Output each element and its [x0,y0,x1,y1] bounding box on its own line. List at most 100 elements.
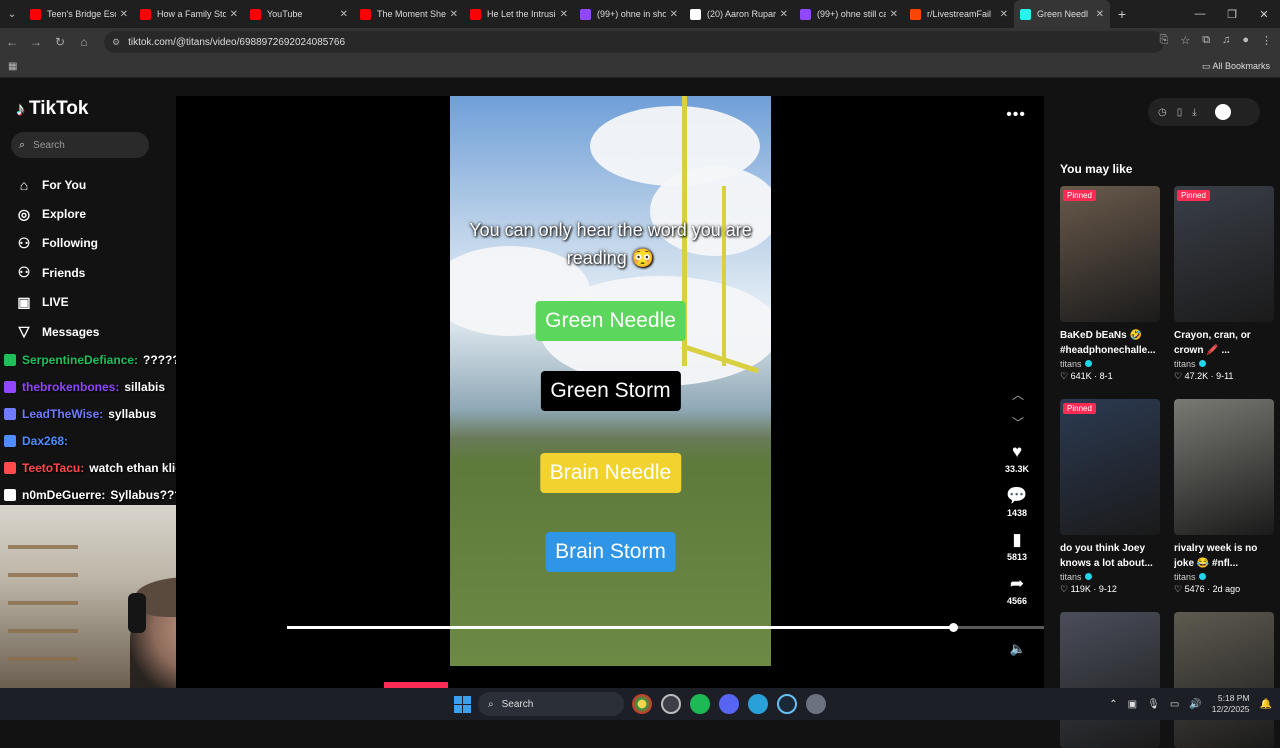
forward-icon[interactable]: → [24,35,48,49]
video-progress-bar[interactable] [287,623,1044,632]
close-tab-icon[interactable]: ✕ [340,9,348,20]
sidebar-item-for-you[interactable]: ⌂ For You [14,170,99,199]
recommendation-card[interactable]: Pinned Crayon, cran, or crown 🖍️ ... titan… [1174,186,1274,382]
apps-grid-icon[interactable]: ▦ [8,61,17,72]
recommendation-card[interactable] [1060,612,1160,748]
card-title[interactable]: do you think Joey knows a lot about... [1060,541,1160,571]
media-icon[interactable]: ♫ [1222,34,1230,47]
extensions-icon[interactable]: ⧉ [1202,34,1210,47]
close-tab-icon[interactable]: ✕ [1096,9,1104,20]
video-player-area[interactable]: You can only hear the word you are readi… [176,96,1044,688]
sidebar-item-explore[interactable]: ◎ Explore [14,199,99,228]
chevron-up-icon[interactable]: ︿ [1012,386,1024,403]
browser-tab[interactable]: (99+) ohne still ca ✕ [794,0,904,28]
home-icon[interactable]: ⌂ [72,35,96,49]
steam-icon[interactable] [777,694,797,714]
microphone-icon[interactable]: 🎙 [1147,699,1160,710]
card-title[interactable]: rivalry week is no joke 😂 #nfl... [1174,541,1274,571]
chat-username[interactable]: SerpentineDefiance: [22,353,138,367]
card-author-row[interactable]: titans [1174,572,1274,582]
browser-tab[interactable]: Teen's Bridge Esca ✕ [24,0,134,28]
card-author-row[interactable]: titans [1060,572,1160,582]
windows-start-icon[interactable] [454,696,471,713]
network-icon[interactable]: ▭ [1170,699,1179,710]
close-tab-icon[interactable]: ✕ [450,9,458,20]
browser-tab[interactable]: YouTube ✕ [244,0,354,28]
settings-icon[interactable] [806,694,826,714]
download-icon[interactable]: ⤓ [1192,107,1196,118]
device-icon[interactable]: ▯ [1177,107,1183,118]
menu-icon[interactable]: ⋮ [1261,34,1272,47]
discord-icon[interactable] [719,694,739,714]
bookmark-star-icon[interactable]: ☆ [1180,34,1190,47]
sidebar-item-live[interactable]: ▣ LIVE [14,288,99,317]
close-tab-icon[interactable]: ✕ [120,9,128,20]
minimize-icon[interactable]: — [1184,8,1216,20]
site-info-icon[interactable]: ⚙ [112,37,120,48]
share-action[interactable]: ➦ 4566 [1002,574,1032,606]
tab-search-icon[interactable]: ⌄ [0,0,24,28]
restore-icon[interactable]: ❐ [1216,8,1248,21]
profile-icon[interactable]: ● [1242,34,1249,47]
back-icon[interactable]: ← [0,35,24,49]
browser-tab[interactable]: He Let the Intrusi ✕ [464,0,574,28]
like-action[interactable]: ♥ 33.3K [1002,442,1032,474]
card-thumbnail[interactable] [1174,612,1274,748]
taskbar-clock[interactable]: 5:18 PM 12/2/2025 [1212,693,1250,715]
tray-app-icon[interactable]: ▣ [1128,699,1137,710]
card-title[interactable]: BaKeD bEaNs 🤣 #headphonechalle... [1060,328,1160,358]
close-tab-icon[interactable]: ✕ [780,9,788,20]
recommendation-card[interactable]: Pinned do you think Joey knows a lot abou… [1060,399,1160,595]
close-tab-icon[interactable]: ✕ [670,9,678,20]
browser-tab[interactable]: (20) Aaron Rupar ✕ [684,0,794,28]
chevron-down-icon[interactable]: ﹀ [1012,414,1024,431]
card-title[interactable]: Crayon, cran, or crown 🖍️ ... [1174,328,1274,358]
chat-username[interactable]: LeadTheWise: [22,407,103,421]
browser-tab[interactable]: r/LivestreamFail ✕ [904,0,1014,28]
browser-tab[interactable]: (99+) ohne in sho ✕ [574,0,684,28]
card-thumbnail[interactable]: Pinned [1174,186,1274,322]
close-tab-icon[interactable]: ✕ [560,9,568,20]
browser-tab[interactable]: Green Needl ✕ [1014,0,1110,28]
comment-action[interactable]: 💬 1438 [1002,486,1032,518]
new-tab-button[interactable]: + [1110,6,1134,22]
taskbar-search[interactable]: ⌕ Search [478,692,624,716]
chevron-up-icon[interactable]: ⌃ [1109,699,1117,710]
speed-icon[interactable]: ◷ [1158,107,1167,118]
steam-settings-icon[interactable] [661,694,681,714]
progress-handle[interactable] [949,623,959,632]
card-author-row[interactable]: titans [1060,359,1160,369]
install-icon[interactable]: ⎘ [1160,34,1169,47]
recommendation-card[interactable] [1174,612,1274,748]
tiktok-logo[interactable]: ♪ TikTok [16,98,88,120]
toggle-icon[interactable] [1214,104,1231,120]
chat-username[interactable]: n0mDeGuerre: [22,488,105,502]
browser-tab[interactable]: How a Family Sto ✕ [134,0,244,28]
sidebar-item-following[interactable]: ⚇ Following [14,229,99,258]
recommendation-card[interactable]: rivalry week is no joke 😂 #nfl... titans ♡… [1174,399,1274,595]
card-thumbnail[interactable] [1174,399,1274,535]
card-author-row[interactable]: titans [1174,359,1274,369]
speaker-icon[interactable]: 🔊 [1189,699,1201,710]
reload-icon[interactable]: ↻ [48,35,72,49]
all-bookmarks[interactable]: ▭ All Bookmarks [1202,61,1270,72]
chat-username[interactable]: TeetoTacu: [22,461,84,475]
url-bar[interactable]: ⚙ tiktok.com/@titans/video/6988972692024… [104,31,1164,53]
chat-username[interactable]: Dax268: [22,434,68,448]
volume-icon[interactable]: 🔈 [1010,641,1026,657]
close-window-icon[interactable]: ✕ [1248,8,1280,21]
card-thumbnail[interactable]: Pinned [1060,186,1160,322]
sidebar-search[interactable]: ⌕ Search [11,132,149,158]
close-tab-icon[interactable]: ✕ [890,9,898,20]
close-tab-icon[interactable]: ✕ [1000,9,1008,20]
notification-bell-icon[interactable]: 🔔 [1260,699,1272,710]
browser-app-icon[interactable] [748,694,768,714]
card-thumbnail[interactable] [1060,612,1160,748]
more-options-icon[interactable]: ••• [1006,106,1026,124]
chrome-icon[interactable] [632,694,652,714]
sidebar-item-messages[interactable]: ▽ Messages [14,317,100,346]
save-action[interactable]: ▮ 5813 [1002,530,1032,562]
browser-tab[interactable]: The Moment She ✕ [354,0,464,28]
close-tab-icon[interactable]: ✕ [230,9,238,20]
chat-username[interactable]: thebrokenbones: [22,380,119,394]
